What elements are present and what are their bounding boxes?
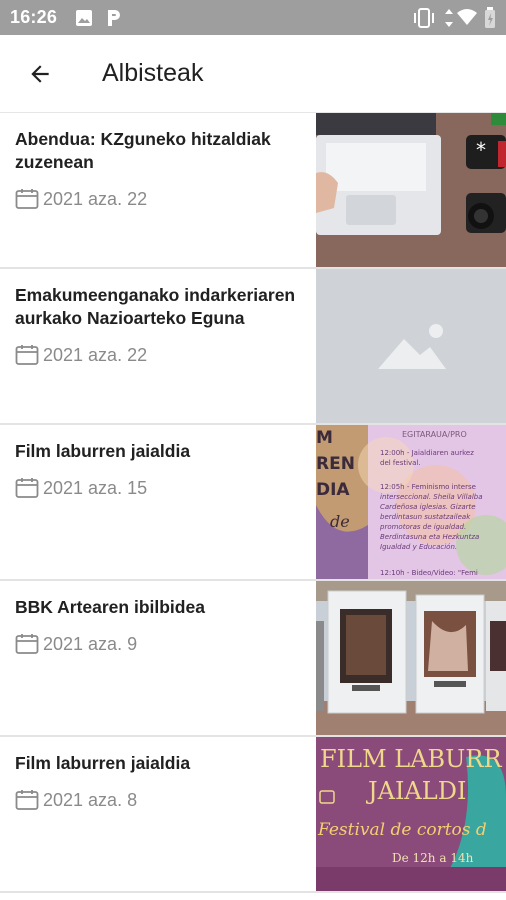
poster-text: 12:10h - Bideo/Video: "Femi xyxy=(380,569,478,577)
festival-poster-image: M REN DIA de EGITARAUA/PRO 12:00h - Jaia… xyxy=(316,425,506,579)
news-date-text: 2021 aza. 15 xyxy=(43,477,148,498)
news-date-text: 2021 aza. 9 xyxy=(43,633,138,654)
poster-text: De 12h a 14h xyxy=(392,851,474,865)
status-bar: 16:26 xyxy=(0,0,506,35)
exhibition-photo-image xyxy=(316,581,506,735)
news-item[interactable]: Film laburren jaialdia 2021 aza. 8 FILM … xyxy=(0,737,506,893)
parking-app-icon xyxy=(105,8,123,33)
news-date: 2021 aza. 15 xyxy=(15,477,305,499)
film-festival-poster-image: FILM LABURR JAIALDI Festival de cortos d… xyxy=(316,737,506,891)
news-date: 2021 aza. 22 xyxy=(15,344,305,366)
app-bar: Albisteak xyxy=(0,35,506,113)
poster-text: de xyxy=(330,512,350,531)
news-title: Emakumeenganako indarkeriaren aurkako Na… xyxy=(15,285,296,328)
poster-text: FILM LABURR xyxy=(320,745,502,773)
image-icon xyxy=(75,9,93,32)
calendar-icon xyxy=(15,345,39,365)
news-thumbnail xyxy=(316,581,506,735)
vibrate-icon xyxy=(412,8,436,33)
page-title: Albisteak xyxy=(102,59,204,87)
news-item[interactable]: Abendua: KZguneko hitzaldiak zuzenean 20… xyxy=(0,113,506,269)
news-list: Abendua: KZguneko hitzaldiak zuzenean 20… xyxy=(0,113,506,893)
news-date: 2021 aza. 9 xyxy=(15,633,305,655)
poster-text: promotoras de igualdad. xyxy=(379,523,466,531)
news-date: 2021 aza. 8 xyxy=(15,789,305,811)
svg-text:*: * xyxy=(476,138,486,162)
news-title: Abendua: KZguneko hitzaldiak zuzenean xyxy=(15,129,271,172)
poster-text: Cardeñosa iglesias. Gizarte xyxy=(380,503,476,511)
news-date-text: 2021 aza. 22 xyxy=(43,344,148,365)
news-thumbnail: FILM LABURR JAIALDI Festival de cortos d… xyxy=(316,737,506,891)
calendar-icon xyxy=(15,478,39,498)
status-time: 16:26 xyxy=(10,7,58,27)
poster-text: del festival. xyxy=(380,459,421,467)
news-thumbnail: M REN DIA de EGITARAUA/PRO 12:00h - Jaia… xyxy=(316,425,506,579)
poster-text: REN xyxy=(316,454,355,474)
wifi-icon xyxy=(456,8,478,31)
image-placeholder-icon xyxy=(316,269,506,423)
poster-text: Berdintasuna eta Hezkuntza xyxy=(380,533,479,541)
calendar-icon xyxy=(15,634,39,654)
data-arrows-icon xyxy=(443,7,455,34)
news-title: Film laburren jaialdia xyxy=(15,753,191,773)
laptop-camera-image: * xyxy=(316,113,506,267)
poster-text: JAIALDI xyxy=(365,777,466,805)
poster-text: Igualdad y Educación. xyxy=(380,543,457,551)
poster-text: Festival de cortos d xyxy=(317,820,487,840)
news-title: Film laburren jaialdia xyxy=(15,441,191,461)
poster-text: berdintasun sustatzaileak xyxy=(380,513,471,521)
news-item[interactable]: BBK Artearen ibilbidea 2021 aza. 9 xyxy=(0,581,506,737)
news-date: 2021 aza. 22 xyxy=(15,188,305,210)
news-date-text: 2021 aza. 22 xyxy=(43,188,148,209)
poster-text: EGITARAUA/PRO xyxy=(402,430,467,439)
arrow-left-icon xyxy=(31,65,49,83)
poster-text: interseccional. Sheila Villalba xyxy=(380,493,483,501)
poster-text: 12:00h - Jaialdiaren aurkez xyxy=(380,449,474,457)
news-item[interactable]: Emakumeenganako indarkeriaren aurkako Na… xyxy=(0,269,506,425)
calendar-icon xyxy=(15,189,39,209)
poster-text: M xyxy=(316,428,333,448)
back-button[interactable] xyxy=(20,54,60,94)
news-title: BBK Artearen ibilbidea xyxy=(15,597,205,617)
news-thumbnail: * xyxy=(316,113,506,267)
news-thumbnail xyxy=(316,269,506,423)
news-date-text: 2021 aza. 8 xyxy=(43,789,138,810)
news-item[interactable]: Film laburren jaialdia 2021 aza. 15 M RE… xyxy=(0,425,506,581)
poster-text: DIA xyxy=(316,480,350,500)
battery-icon xyxy=(484,7,496,34)
poster-text: 12:05h - Feminismo interse xyxy=(380,483,476,491)
calendar-icon xyxy=(15,790,39,810)
